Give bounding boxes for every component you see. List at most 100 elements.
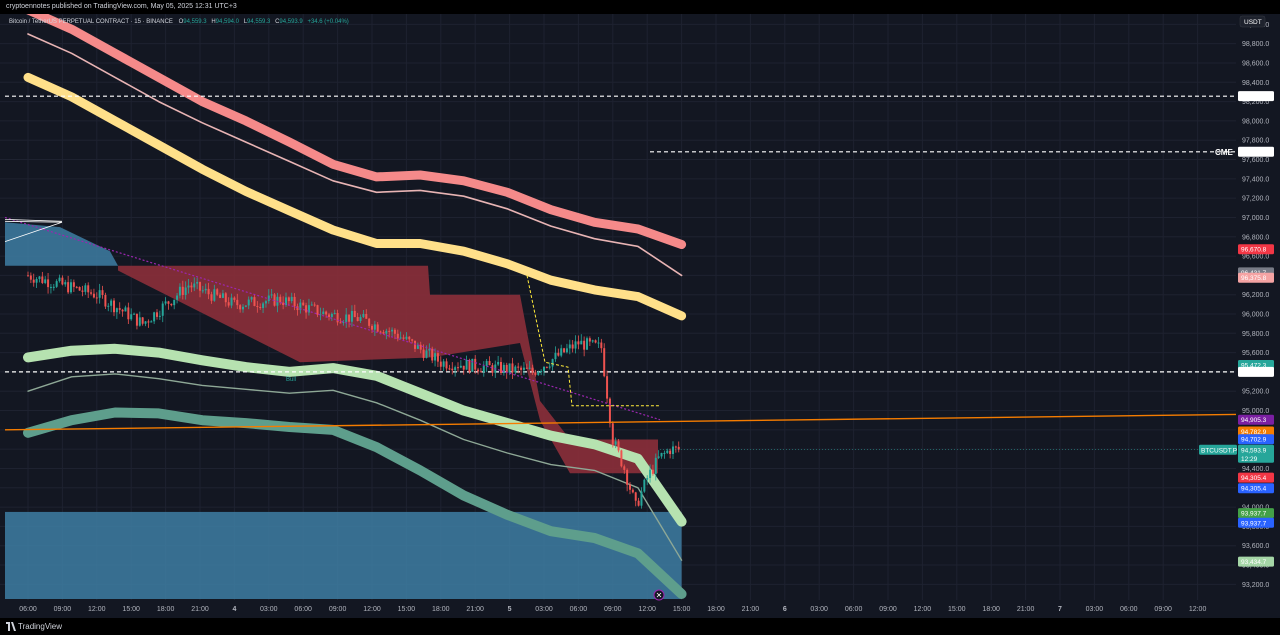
candle-body — [448, 368, 451, 370]
candle-body — [49, 286, 52, 288]
x-tick-label: 09:00 — [1154, 606, 1172, 613]
x-tick-label: 7 — [1058, 606, 1062, 613]
y-tick-label: 96,800.0 — [1242, 234, 1269, 241]
candle-body — [525, 367, 528, 369]
price-chart[interactable]: 93,200.093,400.093,600.093,800.094,000.0… — [0, 14, 1280, 618]
time-axis[interactable]: 06:00 09:00 12:00 15:00 18:00 21:00 4 03:00 06:0… — [19, 606, 1206, 613]
x-tick-label: 12:00 — [363, 606, 381, 613]
candle-body — [396, 333, 399, 339]
candle-body — [150, 321, 153, 323]
candle-body — [637, 500, 640, 506]
candle-body — [660, 452, 663, 457]
candle-body — [459, 365, 462, 368]
candle-body — [328, 314, 330, 317]
y-tick-label: 95,200.0 — [1242, 389, 1269, 396]
candle-body — [577, 341, 580, 345]
x-tick-label: 5 — [508, 606, 512, 613]
y-tick-label: 98,800.0 — [1242, 41, 1269, 48]
currency-label: USDT — [1244, 19, 1262, 26]
candle-body — [239, 305, 242, 310]
candle-body — [528, 367, 531, 369]
candle-body — [586, 338, 588, 350]
candle-body — [219, 294, 222, 298]
symbol-tag: BTCUSDT.P — [1201, 447, 1237, 454]
candle-body — [176, 295, 179, 300]
candle-body — [224, 293, 227, 303]
x-tick-label: 15:00 — [398, 606, 416, 613]
candle-body — [497, 361, 500, 365]
candle-body — [178, 286, 181, 296]
candle-body — [253, 297, 256, 306]
x-tick-label: 21:00 — [191, 606, 209, 613]
candle-body — [663, 452, 666, 454]
x-tick-label: 4 — [232, 606, 236, 613]
candle-body — [181, 286, 184, 295]
candle-body — [465, 360, 468, 370]
x-tick-label: 03:00 — [260, 606, 278, 613]
candle-body — [104, 294, 107, 307]
price-label-value: 93,937.7 — [1241, 511, 1267, 518]
y-tick-label: 95,600.0 — [1242, 350, 1269, 357]
x-tick-label: 12:00 — [638, 606, 656, 613]
y-tick-label: 93,200.0 — [1242, 582, 1269, 589]
candle-body — [339, 322, 342, 324]
y-tick-label: 98,400.0 — [1242, 80, 1269, 87]
candle-body — [124, 307, 127, 312]
settings-icon[interactable] — [653, 589, 665, 601]
candle-body — [468, 360, 471, 372]
y-tick-label: 93,600.0 — [1242, 543, 1269, 550]
candle-body — [333, 313, 336, 315]
candle-body — [84, 285, 87, 292]
candle-body — [135, 313, 138, 326]
candle-body — [270, 294, 273, 296]
candle-body — [534, 372, 537, 375]
candle-body — [508, 363, 511, 373]
candle-body — [608, 398, 611, 424]
candle-body — [350, 310, 353, 322]
candle-body — [362, 313, 365, 318]
candle-body — [537, 371, 540, 375]
candle-body — [207, 288, 210, 295]
candle-body — [121, 309, 124, 312]
candle-body — [161, 303, 164, 316]
candle-body — [603, 348, 606, 377]
candle-body — [170, 303, 173, 306]
candle-body — [153, 312, 156, 322]
candle-body — [554, 352, 557, 360]
candle-body — [551, 359, 554, 367]
candle-body — [90, 292, 93, 294]
candle-body — [210, 294, 213, 301]
candle-body — [44, 279, 47, 283]
price-label-value: 96,375.8 — [1241, 275, 1267, 282]
candle-body — [511, 363, 514, 373]
candle-body — [264, 301, 267, 304]
candle-body — [651, 469, 654, 474]
candle-body — [61, 277, 64, 285]
candle-body — [55, 281, 58, 287]
candle-body — [393, 329, 396, 334]
legend-low: 94,559.3 — [247, 19, 271, 25]
candle-body — [110, 300, 113, 306]
candle-body — [588, 338, 591, 342]
legend-close: 94,593.9 — [279, 19, 303, 25]
x-tick-label: 18:00 — [157, 606, 175, 613]
candle-body — [457, 367, 459, 369]
candle-body — [293, 296, 296, 307]
level-label-value: 97,680.0 — [1241, 149, 1267, 156]
legend-change: +34.6 (+0.04%) — [307, 19, 348, 25]
y-tick-label: 97,000.0 — [1242, 215, 1269, 222]
countdown-label: 12:29 — [1241, 456, 1258, 463]
candle-body — [677, 446, 680, 450]
candle-body — [290, 296, 293, 302]
candle-body — [643, 479, 646, 492]
candle-body — [167, 301, 170, 304]
candle-body — [259, 306, 262, 308]
candle-body — [27, 275, 29, 277]
y-tick-label: 96,600.0 — [1242, 254, 1269, 261]
candle-body — [130, 314, 133, 320]
candle-body — [376, 324, 379, 332]
candle-body — [138, 317, 141, 326]
candle-body — [422, 349, 425, 358]
candle-body — [147, 321, 150, 323]
legend-open: 94,559.3 — [183, 19, 207, 25]
